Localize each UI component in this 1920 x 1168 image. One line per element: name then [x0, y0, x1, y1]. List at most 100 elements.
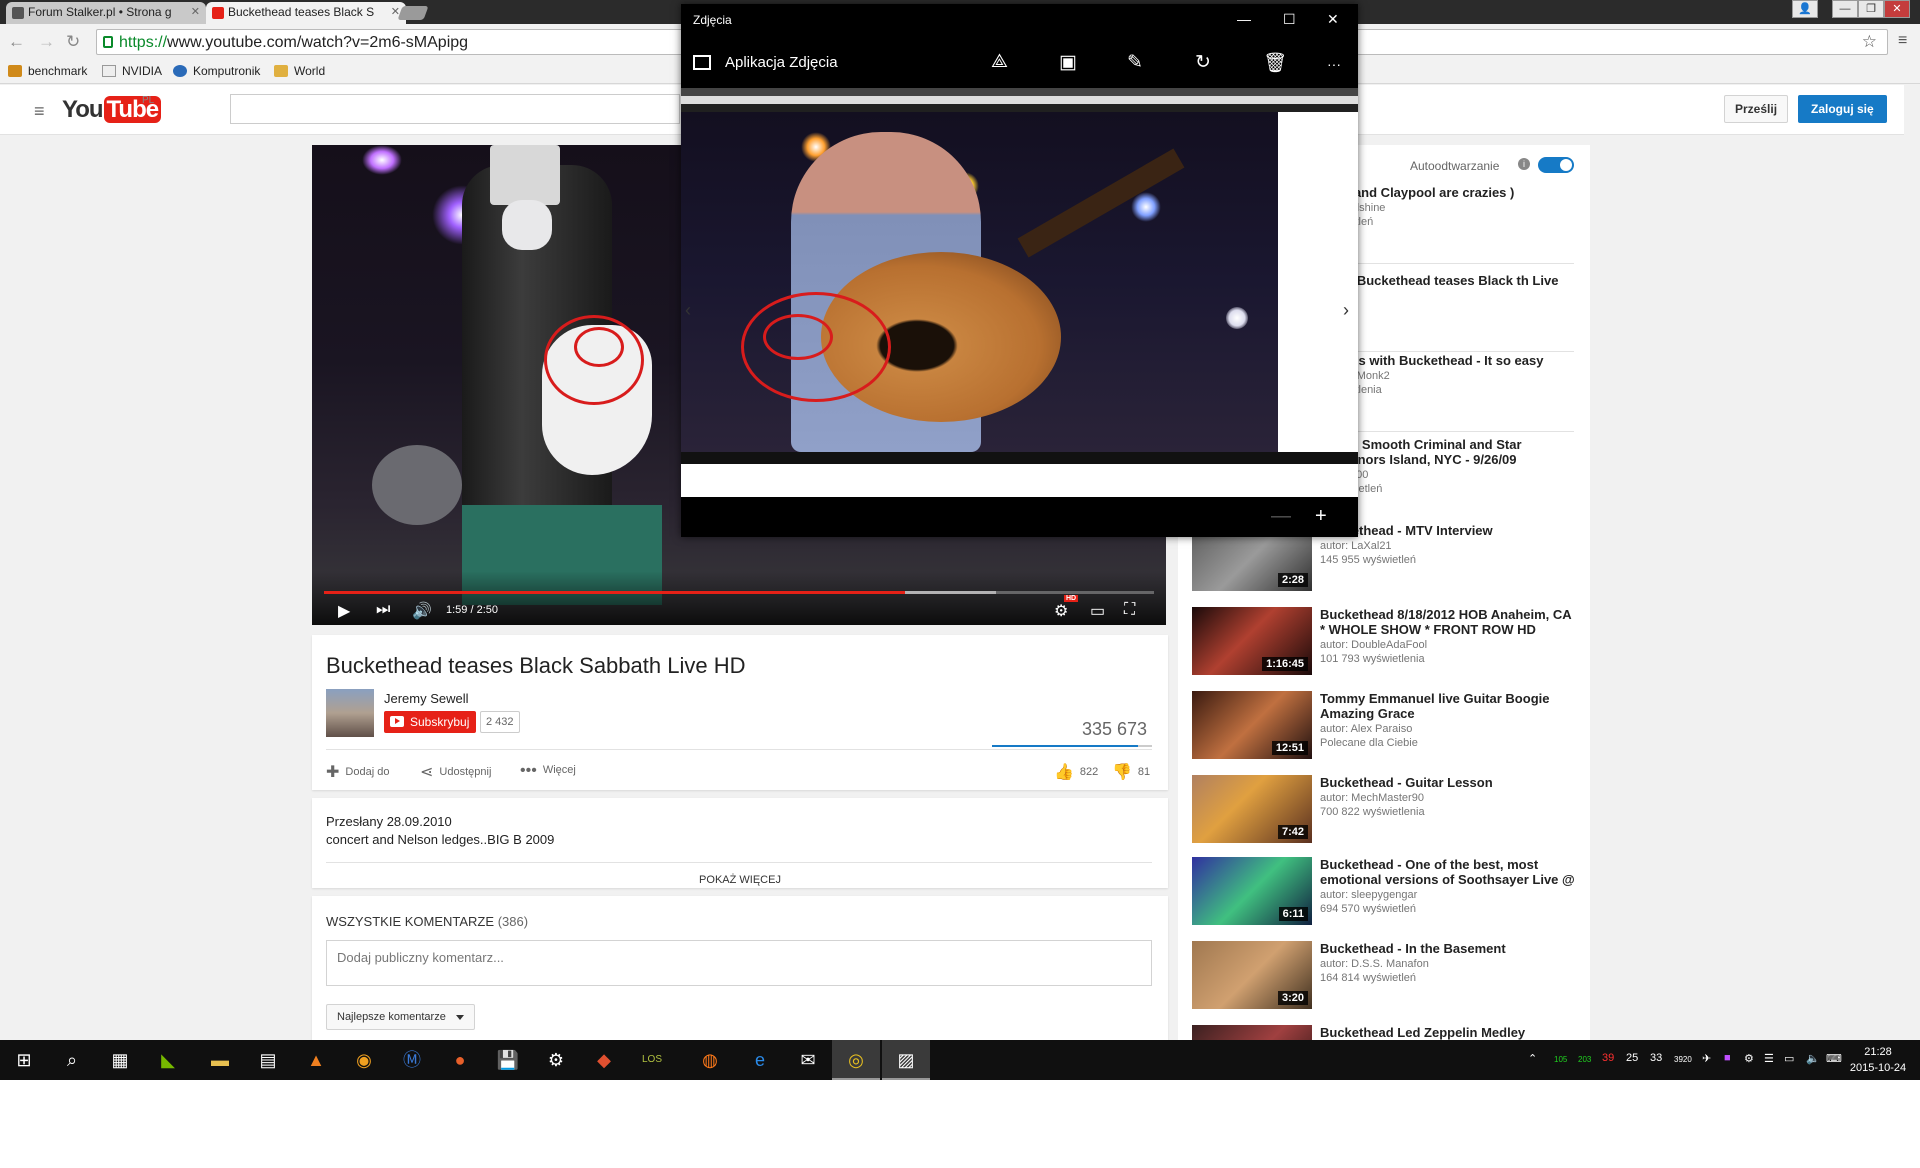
related-video-item[interactable]: 12:51 Tommy Emmanuel live Guitar Boogie A…	[1192, 691, 1582, 759]
app-icon[interactable]: ◆	[580, 1040, 628, 1080]
related-video-item[interactable]: 7:42 Buckethead - Guitar Lesson autor: Mec…	[1192, 775, 1582, 843]
keyboard-icon[interactable]: ⌨	[1826, 1052, 1842, 1065]
autoplay-toggle[interactable]	[1538, 157, 1574, 173]
add-to-button[interactable]: ✚ Dodaj do	[326, 762, 389, 782]
taskbar-clock[interactable]: 21:28 2015-10-24	[1846, 1044, 1910, 1076]
related-video-title[interactable]: Buckethead - One of the best, most emoti…	[1320, 857, 1576, 887]
new-tab-button[interactable]	[397, 6, 429, 20]
video-thumbnail[interactable]: 3:20	[1192, 941, 1312, 1009]
bookmark-benchmark[interactable]: benchmark	[8, 64, 87, 78]
file-explorer-icon[interactable]: ▬	[196, 1040, 244, 1080]
mail-icon[interactable]: ✉	[784, 1040, 832, 1080]
search-input[interactable]	[230, 94, 680, 124]
related-video-title[interactable]: head - Smooth Criminal and Star Governor…	[1320, 437, 1576, 467]
related-video-item[interactable]: 1:16:45 Buckethead 8/18/2012 HOB Anaheim,…	[1192, 607, 1582, 675]
previous-photo-arrow[interactable]: ‹	[685, 300, 691, 321]
video-thumbnail[interactable]	[1192, 1025, 1312, 1040]
related-video-title[interactable]: Buckethead Led Zeppelin Medley	[1320, 1025, 1576, 1040]
related-video-title[interactable]: Tommy Emmanuel live Guitar Boogie Amazin…	[1320, 691, 1576, 721]
back-arrow-icon[interactable]: ←	[8, 32, 25, 52]
bookmark-nvidia[interactable]: NVIDIA	[102, 64, 162, 78]
related-video-title[interactable]: Buckethead - In the Basement	[1320, 941, 1576, 956]
tab-youtube[interactable]: Buckethead teases Black S ✕	[206, 2, 406, 24]
related-video-item[interactable]: Buckethead Led Zeppelin Medley	[1192, 1025, 1582, 1040]
share-icon[interactable]: ⟁	[991, 51, 1008, 73]
user-profile-icon[interactable]: 👤	[1792, 0, 1818, 18]
dislike-button[interactable]: 👎 81	[1112, 762, 1150, 782]
bookmark-komputronik[interactable]: Komputronik	[173, 64, 260, 78]
photos-icon[interactable]: ▨	[882, 1040, 930, 1080]
game-icon[interactable]: LOS	[628, 1040, 676, 1080]
video-thumbnail[interactable]: 7:42	[1192, 775, 1312, 843]
related-video-title[interactable]: Buckethead - Guitar Lesson	[1320, 775, 1576, 790]
related-video-title[interactable]: Buckethead - MTV Interview	[1320, 523, 1576, 538]
info-icon[interactable]: i	[1518, 158, 1530, 170]
related-video-title[interactable]: Buckethead 8/18/2012 HOB Anaheim, CA * W…	[1320, 607, 1576, 637]
login-button[interactable]: Zaloguj się	[1798, 95, 1887, 123]
restore-button[interactable]: ❐	[1858, 0, 1884, 18]
vlc-icon[interactable]: ▲	[292, 1040, 340, 1080]
search-icon[interactable]: ⌕	[48, 1040, 96, 1080]
show-more-button[interactable]: POKAŻ WIĘCEJ	[312, 874, 1168, 886]
tray-app-icon[interactable]: ✈	[1702, 1052, 1711, 1065]
video-thumbnail[interactable]: 12:51	[1192, 691, 1312, 759]
play-icon[interactable]: ▶	[338, 601, 350, 621]
more-options-icon[interactable]: ···	[1327, 56, 1341, 72]
calendar-app-icon[interactable]: ▤	[244, 1040, 292, 1080]
related-video-item[interactable]: 3:20 Buckethead - In the Basement autor: D…	[1192, 941, 1582, 1009]
edge-icon[interactable]: e	[736, 1040, 784, 1080]
reload-icon[interactable]: ↻	[66, 32, 80, 52]
close-window-button[interactable]: ✕	[1884, 0, 1910, 18]
volume-icon[interactable]: 🔈	[1806, 1052, 1820, 1065]
edit-pencil-icon[interactable]: ✎	[1127, 51, 1143, 74]
network-icon[interactable]: ▭	[1784, 1052, 1794, 1065]
video-thumbnail[interactable]: 1:16:45	[1192, 607, 1312, 675]
next-photo-arrow[interactable]: ›	[1343, 300, 1349, 321]
fullscreen-icon[interactable]: ⛶	[1124, 601, 1135, 619]
related-video-title[interactable]: head and Claypool are crazies )	[1320, 185, 1576, 200]
tab-close-icon[interactable]: ✕	[191, 5, 200, 18]
subscribe-button[interactable]: Subskrybuj	[384, 711, 477, 733]
task-view-icon[interactable]: ▦	[96, 1040, 144, 1080]
media-app-icon[interactable]: ◉	[340, 1040, 388, 1080]
channel-name[interactable]: Jeremy Sewell	[384, 691, 469, 706]
maximize-button[interactable]: ☐	[1283, 11, 1296, 28]
minimize-button[interactable]: —	[1832, 0, 1858, 18]
firefox-icon[interactable]: ◍	[686, 1040, 734, 1080]
steam-icon[interactable]: ⚙	[532, 1040, 580, 1080]
settings-gear-icon[interactable]: ⚙	[1054, 601, 1068, 621]
chrome-menu-icon[interactable]: ≡	[1898, 32, 1907, 50]
bookmark-world[interactable]: World	[274, 64, 325, 78]
zoom-in-icon[interactable]: +	[1315, 505, 1327, 528]
tray-steam-icon[interactable]: ⚙	[1744, 1052, 1754, 1065]
comment-input[interactable]: Dodaj publiczny komentarz...	[326, 940, 1152, 986]
start-windows-icon[interactable]: ⊞	[0, 1040, 48, 1080]
close-button[interactable]: ✕	[1327, 11, 1339, 28]
rotate-icon[interactable]: ↻	[1195, 51, 1211, 74]
tray-app-icon[interactable]: ■	[1724, 1052, 1731, 1064]
forward-arrow-icon[interactable]: →	[38, 32, 55, 52]
comment-sort-dropdown[interactable]: Najlepsze komentarze	[326, 1004, 475, 1030]
chrome-icon[interactable]: ◎	[832, 1040, 880, 1080]
location-app-icon[interactable]: ●	[436, 1040, 484, 1080]
malwarebytes-icon[interactable]: Ⓜ	[388, 1040, 436, 1080]
next-icon[interactable]: ⏭	[376, 601, 390, 619]
minimize-button[interactable]: —	[1237, 11, 1251, 27]
photo-canvas[interactable]: ‹ ›	[681, 88, 1358, 497]
like-button[interactable]: 👍 822	[1054, 762, 1098, 782]
save-disk-icon[interactable]: 💾	[484, 1040, 532, 1080]
slideshow-icon[interactable]: ▣	[1059, 51, 1077, 74]
delete-trash-icon[interactable]: 🗑	[1263, 51, 1287, 75]
video-thumbnail[interactable]: 6:11	[1192, 857, 1312, 925]
nvidia-icon[interactable]: ◣	[144, 1040, 192, 1080]
share-button[interactable]: ⋖ Udostępnij	[420, 762, 491, 782]
channel-avatar[interactable]	[326, 689, 374, 737]
tray-app-icon[interactable]: ☰	[1764, 1052, 1774, 1065]
theater-mode-icon[interactable]: ▭	[1090, 601, 1105, 621]
more-button[interactable]: ••• Więcej	[520, 762, 576, 780]
tray-chevron-icon[interactable]: ⌃	[1528, 1052, 1537, 1065]
volume-icon[interactable]: 🔊	[412, 601, 432, 621]
related-video-title[interactable]: ' Roses with Buckethead - It so easy	[1320, 353, 1576, 368]
bookmark-star-icon[interactable]: ☆	[1862, 32, 1877, 52]
tab-forum-stalker[interactable]: Forum Stalker.pl • Strona g ✕	[6, 2, 206, 24]
